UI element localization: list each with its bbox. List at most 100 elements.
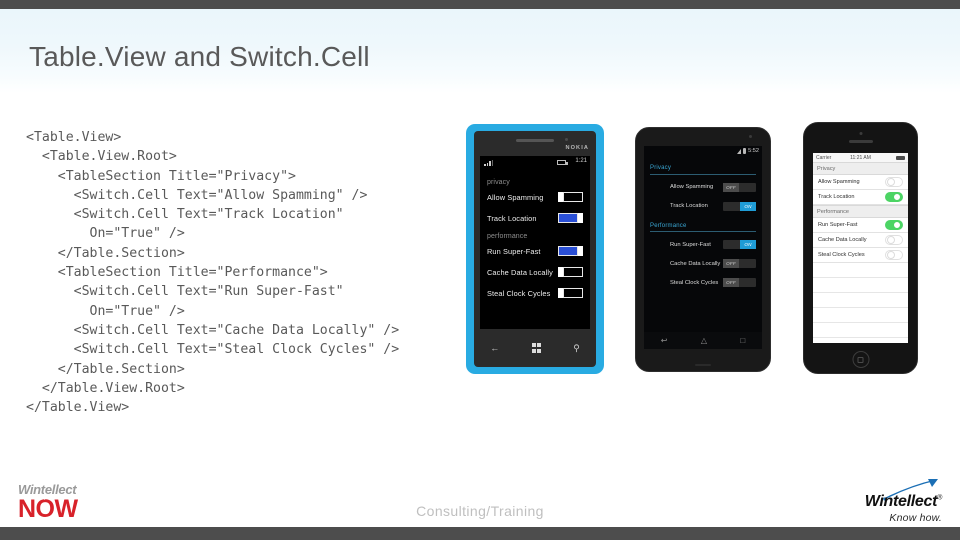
switch-row-allow-spamming[interactable]: Allow Spamming OFF	[650, 180, 756, 195]
switch-toggle-allow-spamming[interactable]: OFF	[723, 182, 756, 192]
switch-label: Steal Clock Cycles	[670, 279, 719, 286]
switch-state-text: ON	[740, 201, 756, 211]
nokia-brand-label: NOKIA	[565, 145, 589, 151]
switch-toggle-track-location[interactable]	[558, 213, 583, 223]
switch-toggle-allow-spamming[interactable]	[558, 192, 583, 202]
android-status-bar: 5:52	[644, 146, 762, 157]
wintellect-now-logo: Wintellect NOW	[18, 483, 78, 522]
carrier-label: Carrier	[816, 154, 832, 161]
empty-row	[813, 293, 908, 308]
switch-label: Cache Data Locally	[487, 267, 553, 277]
android-settings-list: Privacy Allow Spamming OFF Track Locatio…	[644, 157, 762, 290]
switch-label: Track Location	[487, 213, 537, 223]
switch-label: Steal Clock Cycles	[818, 252, 865, 258]
switch-label: Run Super-Fast	[670, 241, 711, 248]
section-title-performance: Performance	[650, 218, 756, 232]
switch-row-steal-clock-cycles[interactable]: Steal Clock Cycles OFF	[650, 275, 756, 290]
windows-phone-screen: 1:21 privacy Allow Spamming Track Locati…	[480, 156, 590, 329]
switch-toggle-steal-clock-cycles[interactable]: OFF	[723, 278, 756, 287]
device-mockups: NOKIA 1:21 privacy Allow Spamming Track …	[0, 0, 960, 540]
switch-toggle-track-location[interactable]	[885, 192, 903, 202]
logo-tagline: Know how.	[889, 511, 942, 524]
status-indicators: 5:52	[736, 148, 759, 154]
switch-row-run-super-fast[interactable]: Run Super-Fast	[813, 218, 908, 233]
windows-phone-settings-list: privacy Allow Spamming Track Location pe…	[480, 167, 590, 299]
switch-label: Cache Data Locally	[670, 260, 721, 267]
switch-label: Allow Spamming	[670, 184, 714, 190]
switch-label: Allow Spamming	[818, 179, 860, 185]
logo-now-text: NOW	[18, 495, 78, 523]
iphone-screen: Carrier 11:21 AM Privacy Allow Spamming …	[813, 153, 908, 343]
windows-logo-icon[interactable]	[531, 343, 541, 353]
switch-state-text: OFF	[723, 182, 739, 192]
switch-label: Track Location	[818, 194, 855, 200]
switch-toggle-steal-clock-cycles[interactable]	[558, 288, 583, 298]
switch-row-allow-spamming[interactable]: Allow Spamming	[487, 191, 583, 203]
speaker-icon	[516, 139, 554, 142]
status-time: 11:21 AM	[850, 154, 871, 161]
home-icon[interactable]: △	[701, 336, 707, 345]
switch-label: Run Super-Fast	[487, 246, 541, 256]
registered-mark: ®	[937, 494, 942, 502]
empty-row	[813, 308, 908, 323]
battery-icon	[896, 155, 905, 160]
switch-row-cache-data-locally[interactable]: Cache Data Locally	[487, 266, 583, 278]
signal-icon	[484, 160, 493, 166]
switch-state-text: OFF	[723, 278, 739, 287]
switch-toggle-steal-clock-cycles[interactable]	[885, 250, 903, 260]
android-phone-screen: 5:52 Privacy Allow Spamming OFF Track Lo…	[644, 146, 762, 349]
switch-row-track-location[interactable]: Track Location	[813, 190, 908, 205]
switch-toggle-cache-data-locally[interactable]	[558, 267, 583, 277]
iphone-mockup: Carrier 11:21 AM Privacy Allow Spamming …	[803, 122, 918, 374]
home-button[interactable]	[852, 351, 869, 368]
switch-label: Track Location	[670, 203, 708, 209]
switch-toggle-allow-spamming[interactable]	[885, 177, 903, 187]
back-icon[interactable]: ↩	[661, 336, 668, 345]
windows-phone-nav-bar: ← ⚲	[474, 337, 596, 359]
play-triangle-icon	[43, 491, 50, 500]
switch-row-allow-spamming[interactable]: Allow Spamming	[813, 175, 908, 190]
section-title-performance: performance	[487, 233, 528, 240]
battery-icon	[557, 160, 568, 165]
switch-toggle-track-location[interactable]: ON	[723, 201, 756, 211]
back-arrow-icon[interactable]: ←	[490, 343, 499, 353]
wintellect-logo: Wintellect® Know how.	[864, 479, 942, 524]
section-title-performance: Performance	[813, 205, 908, 218]
battery-icon	[742, 148, 747, 154]
switch-state-text: ON	[740, 240, 756, 249]
signal-icon	[736, 148, 741, 154]
switch-label: Steal Clock Cycles	[487, 288, 551, 298]
front-camera-icon	[749, 135, 752, 138]
status-time: 5:52	[748, 148, 759, 154]
front-camera-icon	[565, 138, 568, 141]
switch-label: Cache Data Locally	[818, 237, 867, 243]
switch-row-track-location[interactable]: Track Location ON	[650, 199, 756, 214]
empty-row	[813, 323, 908, 338]
switch-toggle-run-super-fast[interactable]	[558, 246, 583, 256]
section-title-privacy: privacy	[487, 179, 510, 186]
empty-row	[813, 278, 908, 293]
switch-row-cache-data-locally[interactable]: Cache Data Locally	[813, 233, 908, 248]
switch-row-cache-data-locally[interactable]: Cache Data Locally OFF	[650, 256, 756, 271]
switch-toggle-cache-data-locally[interactable]	[885, 235, 903, 245]
ios-status-bar: Carrier 11:21 AM	[813, 153, 908, 162]
recents-icon[interactable]: □	[740, 336, 745, 345]
switch-row-steal-clock-cycles[interactable]: Steal Clock Cycles	[813, 248, 908, 263]
switch-toggle-run-super-fast[interactable]	[885, 220, 903, 230]
switch-state-text: OFF	[723, 259, 739, 268]
status-time: 1:21	[575, 158, 587, 164]
switch-label: Allow Spamming	[487, 192, 544, 202]
switch-toggle-run-super-fast[interactable]: ON	[723, 240, 756, 249]
empty-row	[813, 263, 908, 278]
windows-phone-body: NOKIA 1:21 privacy Allow Spamming Track …	[474, 131, 596, 367]
chin-accent	[695, 364, 711, 366]
switch-row-steal-clock-cycles[interactable]: Steal Clock Cycles	[487, 287, 583, 299]
logo-word: Wintellect	[864, 492, 938, 510]
switch-row-run-super-fast[interactable]: Run Super-Fast	[487, 245, 583, 257]
search-icon[interactable]: ⚲	[573, 343, 580, 353]
switch-toggle-cache-data-locally[interactable]: OFF	[723, 259, 756, 268]
android-nav-bar: ↩ △ □	[644, 332, 762, 349]
windows-phone-mockup: NOKIA 1:21 privacy Allow Spamming Track …	[466, 124, 604, 374]
switch-row-track-location[interactable]: Track Location	[487, 212, 583, 224]
switch-row-run-super-fast[interactable]: Run Super-Fast ON	[650, 237, 756, 252]
